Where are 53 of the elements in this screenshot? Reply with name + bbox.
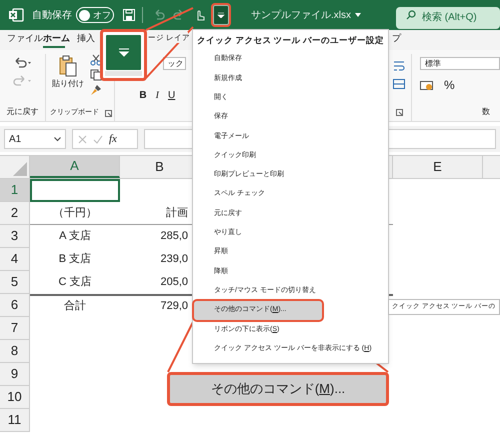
font-name-field[interactable]: ック [163,57,186,70]
merge-cells-icon[interactable] [392,78,405,90]
row-header[interactable]: 8 [0,340,30,363]
dropdown-arrow-icon [217,12,225,18]
caret-icon [355,13,361,17]
group-label: 数 [482,106,491,118]
table-cell[interactable]: C 支店 [30,271,120,294]
dialog-launcher-icon[interactable] [105,110,112,117]
paintbrush-icon[interactable] [90,84,102,96]
number-format-field[interactable]: 標準 [420,57,500,70]
caret-icon [54,136,61,142]
customize-toolbar-button[interactable] [213,5,229,25]
insert-function-button[interactable]: fx [109,130,117,148]
excel-logo-icon [8,8,24,22]
percent-button[interactable]: % [444,76,455,94]
paste-button[interactable]: 貼り付け [52,54,84,96]
group-label: 元に戻す [6,106,38,118]
active-cell[interactable] [30,179,120,202]
row-header[interactable]: 2 [0,202,30,225]
zoomed-menu-item-callout: その他のコマンド(M)... [167,372,389,406]
row-header[interactable]: 11 [0,409,30,432]
underline-button[interactable]: U [168,88,176,103]
wrap-text-icon[interactable] [392,60,405,72]
row-header[interactable]: 7 [0,317,30,340]
row-header[interactable]: 4 [0,248,30,271]
autosave-label: 自動保存 [32,8,72,22]
name-box[interactable]: A1 [4,129,66,149]
search-field[interactable]: 検索 (Alt+Q) [396,6,500,28]
column-header[interactable]: E [393,156,483,178]
table-cell[interactable]: 合計 [30,294,120,317]
table-cell[interactable]: （千円） [30,202,120,225]
row-header[interactable]: 3 [0,225,30,248]
check-icon[interactable] [93,134,103,144]
dialog-launcher-icon[interactable] [396,109,403,116]
autosave-toggle[interactable]: オフ [76,7,114,23]
row-header[interactable]: 6 [0,294,30,317]
table-cell[interactable]: A 支店 [30,225,120,248]
save-icon[interactable] [122,8,136,22]
column-header[interactable]: A [30,156,120,178]
row-header[interactable]: 5 [0,271,30,294]
dropdown-arrow-icon [118,48,130,57]
row-header[interactable]: 10 [0,386,30,409]
bold-button[interactable]: B [139,88,147,103]
row-header[interactable]: 9 [0,363,30,386]
table-cell[interactable]: B 支店 [30,248,120,271]
row-header[interactable]: 1 [0,179,30,202]
search-icon [406,10,416,20]
file-name[interactable]: サンプルファイル.xlsx [251,8,351,22]
clipboard-icon [58,54,78,78]
menu-title: クイック アクセス ツール バーのユーザー設定 [196,34,386,47]
currency-icon[interactable] [420,79,434,91]
italic-button[interactable]: I [156,88,159,103]
scissors-icon[interactable] [90,54,102,66]
